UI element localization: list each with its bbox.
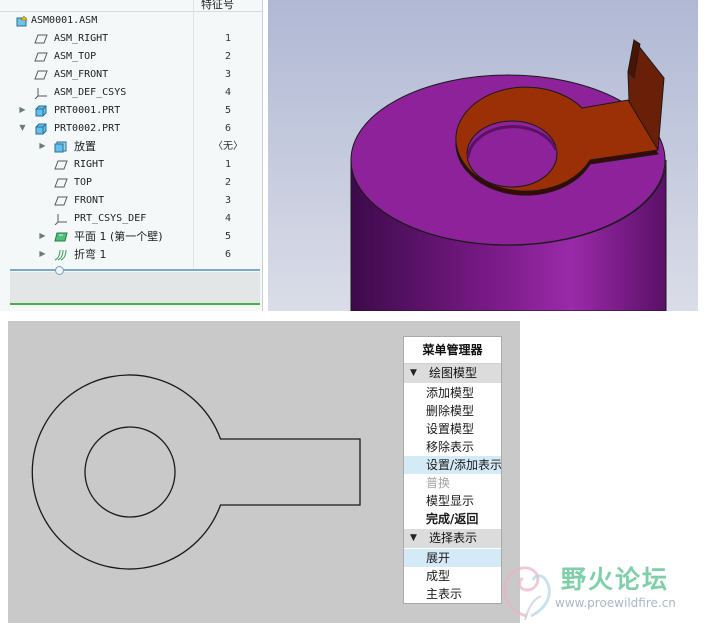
menu-manager-title: 菜单管理器 bbox=[404, 337, 501, 364]
tree-header: 特征号 bbox=[0, 0, 262, 12]
section-drawing-models-label: 绘图模型 bbox=[429, 366, 478, 380]
tree-row-label: ASM0001.ASM bbox=[31, 15, 98, 26]
tree-row-feature-number: 2 bbox=[224, 51, 232, 62]
model-tree-panel: 特征号 ASM0001.ASM ASM_RIGHT 1 ASM_TOP 2 ASM_FRO… bbox=[0, 0, 263, 311]
tree-row-label: ASM_DEF_CSYS bbox=[54, 87, 127, 98]
tree-row-feature-number: 1 bbox=[224, 159, 232, 170]
section-drawing-models[interactable]: ▼ 绘图模型 bbox=[404, 364, 501, 383]
menu-item[interactable]: 模型显示 bbox=[404, 492, 501, 510]
tree-row[interactable]: ▶ 放置 〈无〉 bbox=[0, 138, 262, 156]
section-select-representation[interactable]: ▼ 选择表示 bbox=[404, 529, 501, 548]
tree-row-label: 平面 1 (第一个壁) bbox=[74, 230, 163, 243]
tree-row[interactable]: ASM_RIGHT 1 bbox=[0, 30, 262, 48]
expand-arrow-icon[interactable]: ▶ bbox=[38, 141, 47, 151]
feature-number-column-header[interactable]: 特征号 bbox=[201, 0, 234, 12]
flat-pattern-outline bbox=[31, 374, 361, 570]
watermark-url: www.proewildfire.cn bbox=[555, 596, 676, 610]
menu-item[interactable]: 移除表示 bbox=[404, 438, 501, 456]
tree-row-feature-number: 1 bbox=[224, 33, 232, 44]
tree-row[interactable]: ▶ 折弯 1 6 bbox=[0, 246, 262, 264]
assembly-icon bbox=[15, 15, 29, 27]
menu-manager: 菜单管理器 ▼ 绘图模型 添加模型 删除模型 设置模型 移除表示 设置/添加表示普换模型… bbox=[403, 336, 502, 604]
datum-plane-icon bbox=[54, 159, 68, 171]
menu-item[interactable]: 删除模型 bbox=[404, 402, 501, 420]
expand-arrow-icon[interactable]: ▶ bbox=[18, 105, 27, 115]
tree-row-feature-number: 3 bbox=[224, 195, 232, 206]
menu-item[interactable]: 设置模型 bbox=[404, 420, 501, 438]
tree-row-label: ASM_RIGHT bbox=[54, 33, 109, 44]
tree-row[interactable]: FRONT 3 bbox=[0, 192, 262, 210]
tree-row[interactable]: TOP 2 bbox=[0, 174, 262, 192]
collapse-triangle-icon: ▼ bbox=[410, 368, 417, 378]
csys-icon bbox=[54, 213, 68, 226]
expand-arrow-icon[interactable]: ▶ bbox=[38, 231, 47, 241]
menu-item[interactable]: 成型 bbox=[404, 567, 501, 585]
csys-icon bbox=[34, 87, 48, 100]
tree-row-feature-number: 5 bbox=[224, 105, 232, 116]
flat-wall-icon bbox=[54, 231, 68, 243]
tree-row[interactable]: ASM_FRONT 3 bbox=[0, 66, 262, 84]
tree-row-label: PRT_CSYS_DEF bbox=[74, 213, 147, 224]
tree-row[interactable]: ▶ PRT0001.PRT 5 bbox=[0, 102, 262, 120]
watermark: 野火论坛 www.proewildfire.cn bbox=[497, 556, 708, 623]
tree-row-feature-number: 3 bbox=[224, 69, 232, 80]
tree-row[interactable]: ▶ 平面 1 (第一个壁) 5 bbox=[0, 228, 262, 246]
menu-item: 普换 bbox=[426, 476, 451, 490]
washer-hole bbox=[466, 120, 558, 188]
tree-row-feature-number: 4 bbox=[224, 87, 232, 98]
insert-here-handle[interactable] bbox=[55, 266, 64, 275]
tree-row-label: TOP bbox=[74, 177, 93, 188]
bend-icon bbox=[54, 249, 68, 261]
3d-viewport[interactable] bbox=[268, 0, 698, 311]
datum-plane-icon bbox=[34, 69, 48, 81]
tree-row-feature-number: 6 bbox=[224, 123, 232, 134]
part-icon bbox=[34, 123, 48, 135]
tree-row[interactable]: PRT_CSYS_DEF 4 bbox=[0, 210, 262, 228]
datum-plane-icon bbox=[54, 195, 68, 207]
section-select-representation-label: 选择表示 bbox=[429, 531, 478, 545]
datum-plane-icon bbox=[34, 33, 48, 45]
tree-row-feature-number: 5 bbox=[224, 231, 232, 242]
tree-row[interactable]: ASM0001.ASM bbox=[0, 12, 262, 30]
menu-item[interactable]: 添加模型 bbox=[404, 384, 501, 402]
datum-plane-icon bbox=[54, 177, 68, 189]
placement-icon bbox=[54, 141, 68, 153]
tree-row-label: RIGHT bbox=[74, 159, 105, 170]
menu-item[interactable]: 设置/添加表示 bbox=[404, 456, 501, 474]
tree-row[interactable]: ASM_TOP 2 bbox=[0, 48, 262, 66]
tree-row[interactable]: RIGHT 1 bbox=[0, 156, 262, 174]
tree-row-label: FRONT bbox=[74, 195, 105, 206]
watermark-title: 野火论坛 bbox=[561, 565, 670, 594]
collapse-triangle-icon: ▼ bbox=[410, 533, 417, 543]
datum-plane-icon bbox=[34, 51, 48, 63]
tree-row[interactable]: ▼ PRT0002.PRT 6 bbox=[0, 120, 262, 138]
tree-row-feature-number: 2 bbox=[224, 177, 232, 188]
tree-bottom-rule bbox=[10, 303, 260, 305]
tree-row-label: 折弯 1 bbox=[74, 248, 107, 261]
part-icon bbox=[34, 105, 48, 117]
expand-arrow-icon[interactable]: ▶ bbox=[38, 249, 47, 259]
tree-insert-region bbox=[10, 272, 260, 303]
menu-item[interactable]: 展开 bbox=[404, 549, 501, 567]
tree-row-feature-number: 4 bbox=[224, 213, 232, 224]
tree-row-feature-number: 〈无〉 bbox=[213, 141, 243, 152]
tree-row-label: ASM_FRONT bbox=[54, 69, 109, 80]
tree-row-label: PRT0001.PRT bbox=[54, 105, 121, 116]
tree-row[interactable]: ASM_DEF_CSYS 4 bbox=[0, 84, 262, 102]
menu-item[interactable]: 完成/返回 bbox=[404, 510, 501, 528]
insert-here-bar[interactable] bbox=[10, 269, 260, 271]
tree-row-label: PRT0002.PRT bbox=[54, 123, 121, 134]
3d-model-graphic bbox=[268, 0, 698, 311]
menu-item[interactable]: 主表示 bbox=[404, 585, 501, 603]
tree-row-label: 放置 bbox=[74, 140, 96, 153]
flat-pattern-hole bbox=[84, 426, 176, 518]
tree-row-label: ASM_TOP bbox=[54, 51, 97, 62]
collapse-arrow-icon[interactable]: ▼ bbox=[18, 123, 27, 133]
forum-logo-icon bbox=[503, 566, 551, 621]
tree-row-feature-number: 6 bbox=[224, 249, 232, 260]
